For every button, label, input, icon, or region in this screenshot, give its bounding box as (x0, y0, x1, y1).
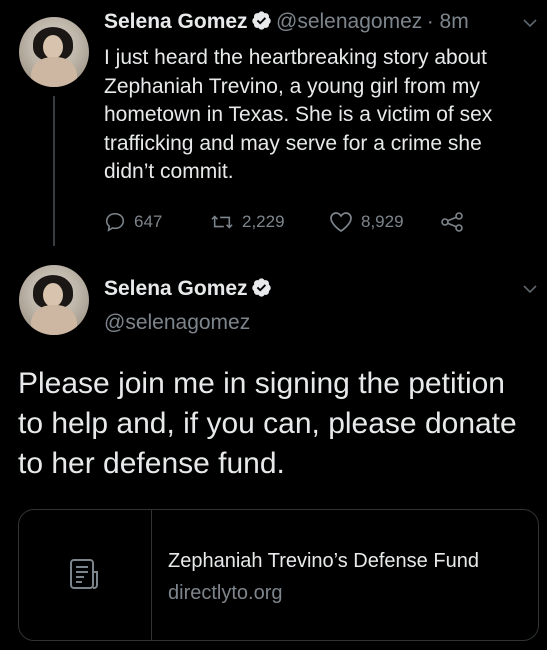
tweet-text: Please join me in signing the petition t… (18, 367, 517, 480)
timestamp[interactable]: · 8m (427, 10, 469, 33)
like-button[interactable]: 8,929 (329, 211, 404, 233)
document-icon (70, 559, 98, 589)
card-thumbnail (19, 510, 152, 640)
share-button[interactable] (440, 211, 474, 233)
reply-button[interactable]: 647 (104, 211, 162, 233)
reply-icon (105, 212, 125, 232)
avatar[interactable] (19, 265, 89, 335)
link-card[interactable]: Zephaniah Trevino’s Defense Fund directl… (18, 509, 539, 641)
author-name[interactable]: Selena Gomez (104, 10, 248, 33)
reply-count: 647 (134, 212, 163, 231)
chevron-down-icon[interactable] (522, 282, 538, 300)
heart-icon (330, 212, 352, 233)
card-title[interactable]: Zephaniah Trevino’s Defense Fund (168, 550, 479, 573)
retweet-count: 2,229 (242, 212, 285, 231)
avatar[interactable] (19, 17, 89, 87)
card-domain: directlyto.org (168, 582, 283, 604)
verified-badge-icon (251, 11, 271, 30)
retweet-button[interactable]: 2,229 (210, 211, 285, 233)
author-handle[interactable]: @selenagomez (276, 10, 422, 33)
share-icon (441, 212, 463, 232)
verified-badge-icon (251, 278, 271, 297)
author-handle[interactable]: @selenagomez (104, 311, 250, 335)
tweet-header: Selena Gomez @selenagomez · 8m (104, 10, 469, 34)
tweet-text: I just heard the heartbreaking story abo… (104, 46, 493, 183)
like-count: 8,929 (361, 212, 404, 231)
tweet-header: Selena Gomez (104, 277, 272, 301)
author-name[interactable]: Selena Gomez (104, 277, 248, 300)
thread-connector (53, 96, 55, 246)
chevron-down-icon[interactable] (522, 16, 538, 34)
retweet-icon (211, 215, 233, 229)
